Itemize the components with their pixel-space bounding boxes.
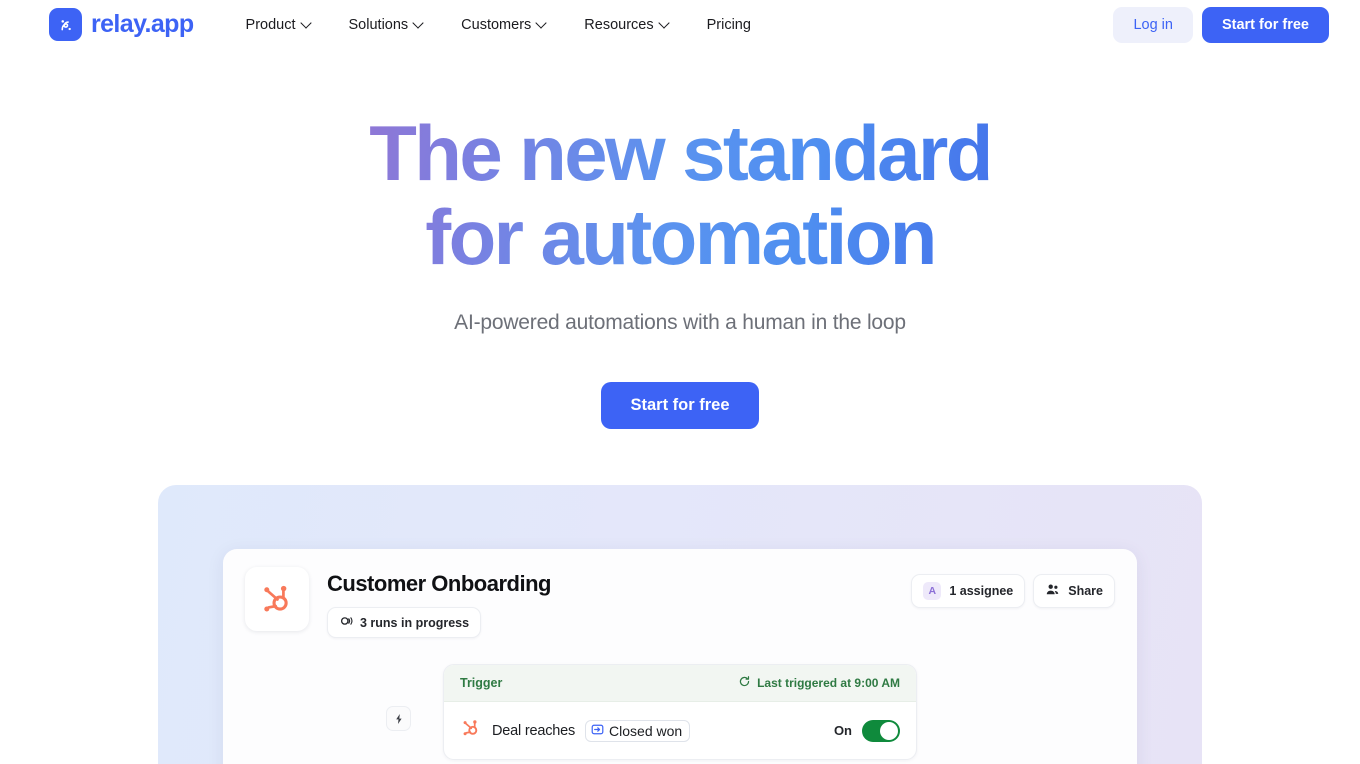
people-icon	[1045, 582, 1060, 600]
refresh-icon	[738, 675, 751, 691]
workflow-title: Customer Onboarding	[327, 571, 551, 597]
relay-logo-icon	[49, 8, 82, 41]
assignee-pill[interactable]: A 1 assignee	[911, 574, 1026, 609]
trigger-value-label: Closed won	[609, 722, 683, 739]
nav-item-solutions[interactable]: Solutions	[330, 11, 443, 39]
trigger-toggle-label: On	[833, 723, 852, 739]
nav-item-label: Pricing	[706, 16, 751, 33]
chevron-down-icon	[537, 19, 546, 28]
share-label: Share	[1068, 584, 1103, 599]
hero-subtitle: AI-powered automations with a human in t…	[454, 311, 906, 335]
nav-item-pricing[interactable]: Pricing	[688, 11, 770, 39]
hero-title-line-1: The new standard	[369, 109, 991, 197]
runs-in-progress-icon	[339, 614, 353, 631]
nav-item-product[interactable]: Product	[227, 11, 330, 39]
trigger-step-header: Trigger Last triggered at 9:00 AM	[444, 665, 916, 703]
workflow-header-actions: A 1 assignee Share	[911, 567, 1115, 609]
nav-item-label: Product	[245, 16, 296, 33]
chevron-down-icon	[302, 19, 311, 28]
runs-in-progress-label: 3 runs in progress	[360, 615, 470, 630]
nav-item-label: Customers	[461, 16, 532, 33]
top-navigation-bar: relay.app Product Solutions Customers Re…	[0, 0, 1360, 49]
assignee-label: 1 assignee	[949, 584, 1014, 599]
lightning-bolt-icon[interactable]	[386, 706, 411, 732]
chevron-down-icon	[414, 19, 423, 28]
nav-actions: Log in Start for free	[1113, 6, 1329, 43]
workflow-card-header: Customer Onboarding 3 runs in progress A	[223, 549, 1137, 639]
trigger-enabled-toggle[interactable]	[862, 719, 900, 742]
product-preview-container: Customer Onboarding 3 runs in progress A	[158, 485, 1202, 764]
trigger-step-card[interactable]: Trigger Last triggered at 9:00 AM Deal r…	[443, 664, 917, 761]
hero-title-line-2: for automation	[425, 193, 935, 282]
share-button[interactable]: Share	[1033, 574, 1115, 609]
nav-links: Product Solutions Customers Resources Pr…	[227, 11, 770, 39]
hero-section: The new standard for automation AI-power…	[0, 49, 1360, 430]
trigger-section-label: Trigger	[460, 676, 503, 691]
chevron-down-icon	[660, 19, 669, 28]
trigger-value-token[interactable]: Closed won	[585, 719, 691, 742]
trigger-last-run-meta: Last triggered at 9:00 AM	[738, 675, 900, 691]
trigger-last-run-label: Last triggered at 9:00 AM	[757, 676, 900, 691]
trigger-description: Deal reaches	[492, 722, 576, 739]
brand-logo[interactable]: relay.app	[49, 8, 194, 41]
nav-item-label: Resources	[584, 16, 654, 33]
nav-item-customers[interactable]: Customers	[442, 11, 565, 39]
avatar: A	[923, 582, 942, 601]
workflow-card: Customer Onboarding 3 runs in progress A	[223, 549, 1137, 764]
brand-wordmark: relay.app	[91, 10, 194, 38]
enum-field-icon	[591, 723, 604, 739]
log-in-button[interactable]: Log in	[1113, 6, 1193, 43]
start-for-free-button-hero[interactable]: Start for free	[601, 382, 759, 430]
nav-item-label: Solutions	[348, 16, 409, 33]
trigger-toggle-group: On	[833, 719, 900, 742]
nav-item-resources[interactable]: Resources	[565, 11, 687, 39]
page-title: The new standard for automation	[300, 111, 1060, 279]
trigger-step-body: Deal reaches Closed won On	[444, 702, 916, 759]
runs-in-progress-badge[interactable]: 3 runs in progress	[327, 607, 482, 639]
workflow-flow-area: Trigger Last triggered at 9:00 AM Deal r…	[223, 664, 1137, 761]
start-for-free-button-nav[interactable]: Start for free	[1201, 6, 1329, 43]
hubspot-icon	[460, 717, 482, 744]
workflow-header-text: Customer Onboarding 3 runs in progress	[327, 567, 551, 639]
hubspot-icon	[245, 567, 309, 632]
hero-cta-wrapper: Start for free	[0, 382, 1360, 430]
